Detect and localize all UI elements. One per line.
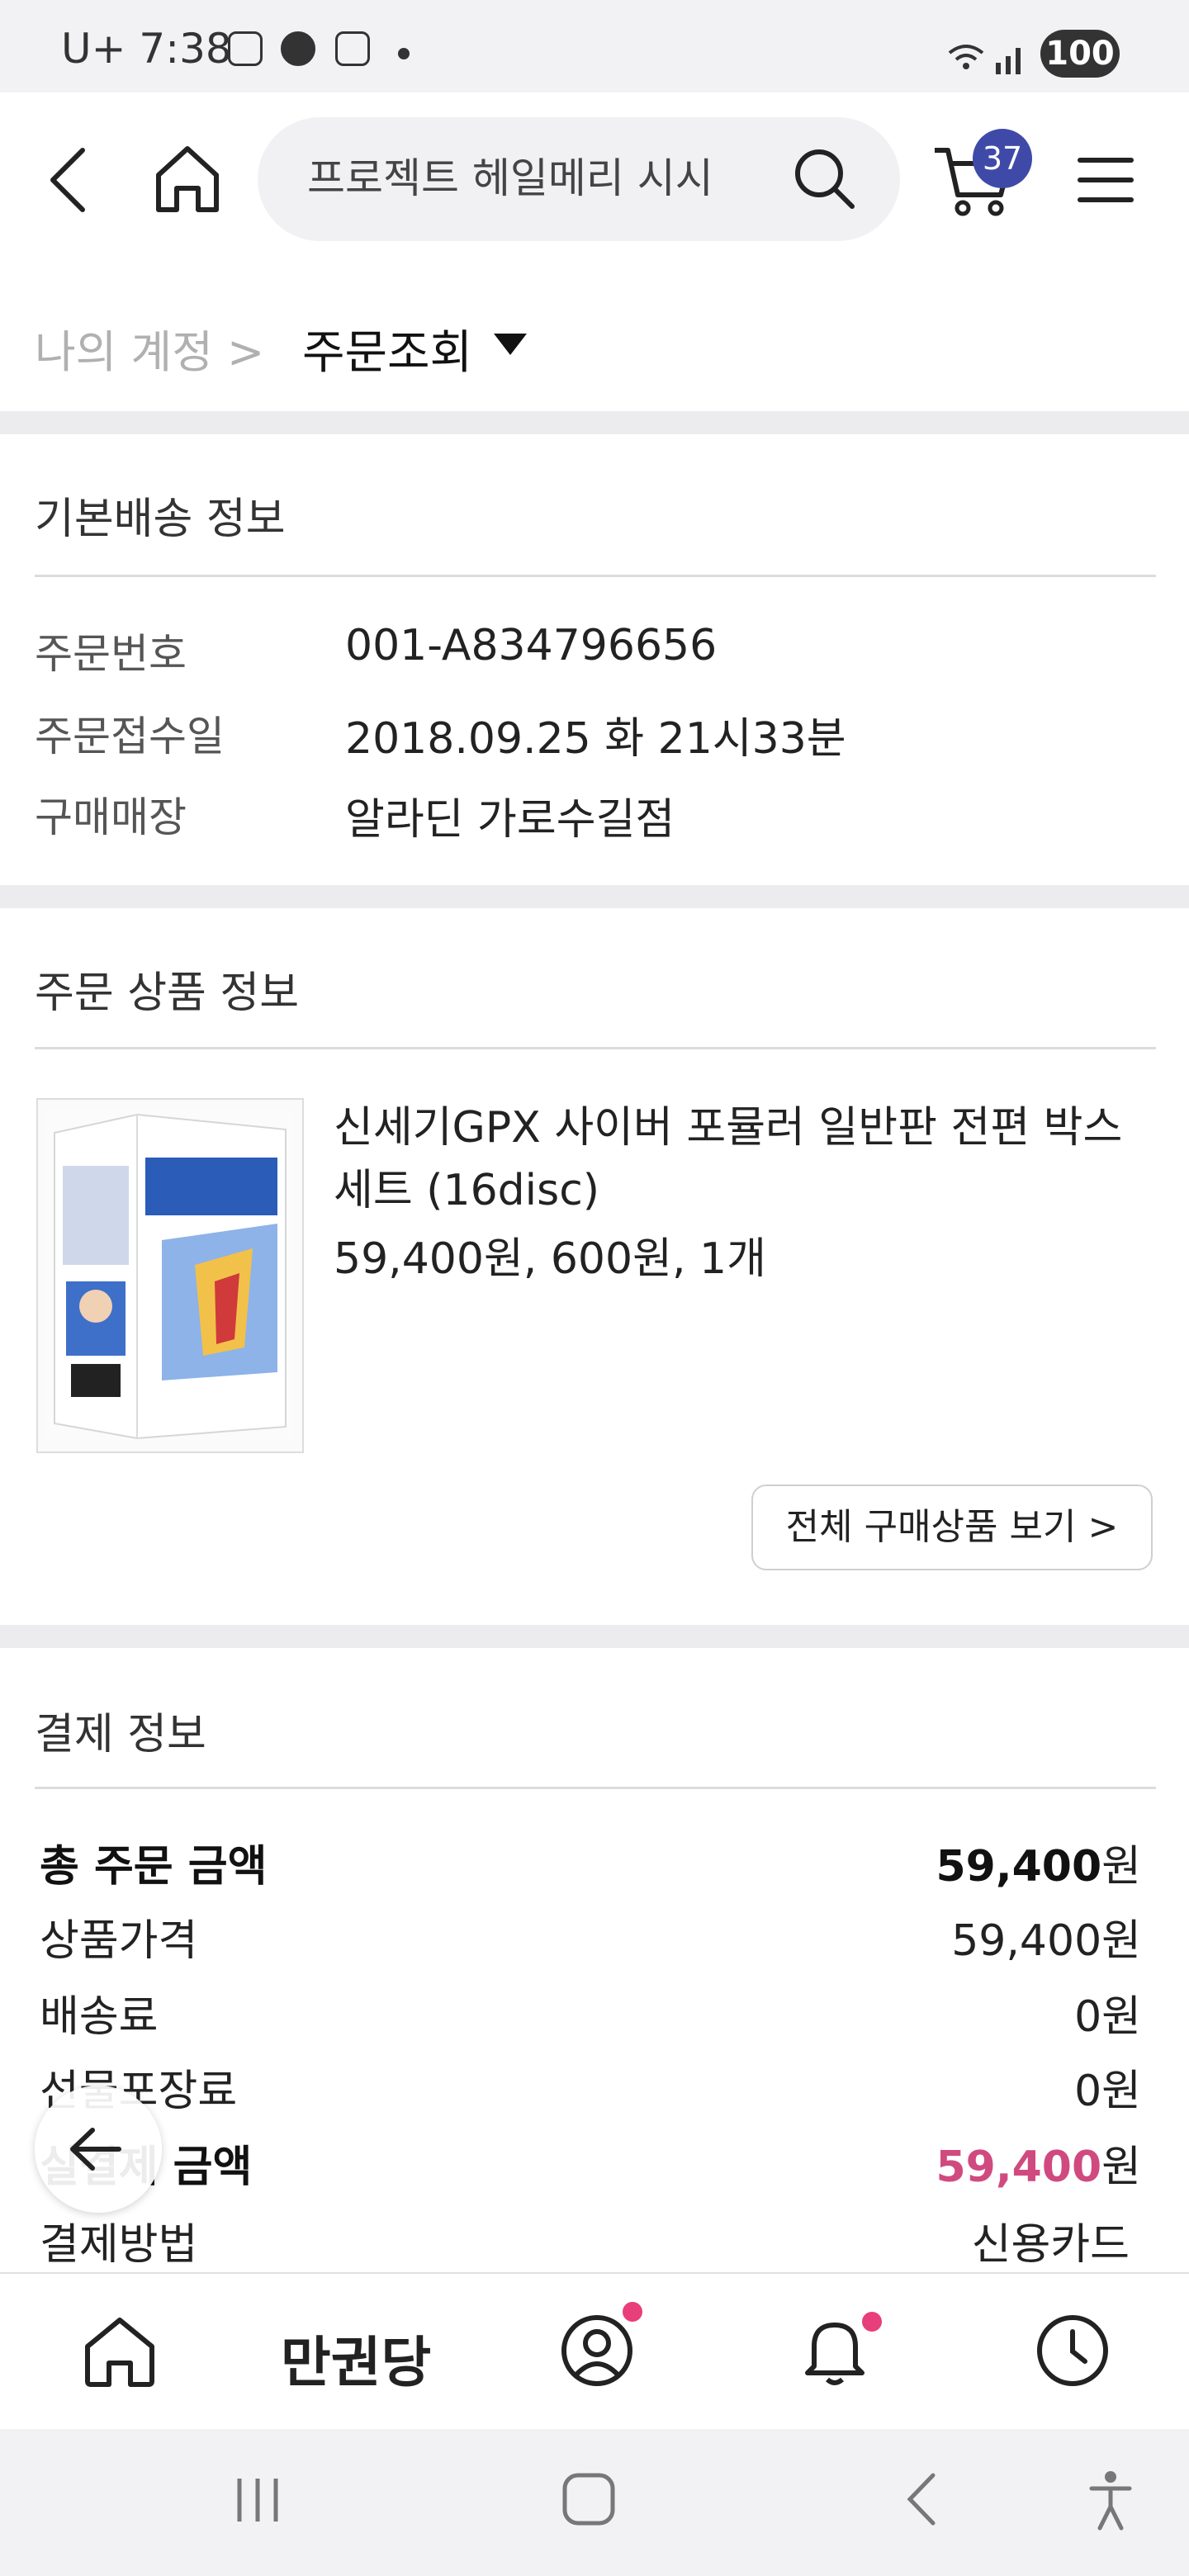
notification-dot-icon xyxy=(398,48,410,59)
nav-home-icon[interactable] xyxy=(81,2312,159,2389)
gallery-icon xyxy=(228,31,263,66)
floating-back-button[interactable] xyxy=(35,2086,162,2213)
total-order-amount: 59,400 xyxy=(936,1842,1102,1892)
order-number-value: 001-A834796656 xyxy=(345,621,718,670)
section-line xyxy=(35,1787,1156,1789)
payment-method-value: 신용카드 xyxy=(971,2220,1130,2270)
status-time: U+ 7:38 xyxy=(61,25,232,73)
shipping-fee-label: 배송료 xyxy=(40,1992,159,2042)
order-items-section-title: 주문 상품 정보 xyxy=(35,968,300,1018)
clock-label: 7:38 xyxy=(139,25,232,73)
breadcrumb-parent[interactable]: 나의 계정 > xyxy=(35,315,264,381)
nav-history-clock-icon[interactable] xyxy=(1034,2312,1111,2389)
order-date-value: 2018.09.25 화 21시33분 xyxy=(345,714,846,764)
shipping-fee-value: 0원 xyxy=(1074,1992,1141,2042)
store-value: 알라딘 가로수길점 xyxy=(345,795,675,845)
product-price: 59,400원, 600원, 1개 xyxy=(334,1234,766,1284)
payment-method-label: 결제방법 xyxy=(40,2220,198,2270)
view-all-purchases-button[interactable]: 전체 구매상품 보기 > xyxy=(751,1485,1153,1570)
product-box-image xyxy=(46,1110,294,1440)
shipping-section-title: 기본배송 정보 xyxy=(35,495,286,544)
nav-brand-label[interactable]: 만권당 xyxy=(281,2318,431,2398)
recent-apps-icon[interactable] xyxy=(233,2474,282,2526)
product-thumbnail[interactable] xyxy=(36,1098,304,1453)
order-number-label: 주문번호 xyxy=(35,630,187,678)
item-price-value: 59,400원 xyxy=(951,1916,1141,1966)
section-divider xyxy=(0,411,1189,434)
order-date-label: 주문접수일 xyxy=(35,713,225,760)
wifi-signal-icon xyxy=(948,45,1021,74)
menu-icon[interactable] xyxy=(1077,155,1135,205)
gift-wrap-value: 0원 xyxy=(1074,2067,1141,2116)
system-home-icon[interactable] xyxy=(561,2472,616,2526)
search-input[interactable]: 프로젝트 헤일메리 시시 xyxy=(307,145,753,205)
dropdown-triangle-icon[interactable] xyxy=(492,330,528,358)
accessibility-icon[interactable] xyxy=(1087,2469,1135,2531)
paid-amount-value: 59,400원 xyxy=(936,2132,1141,2194)
back-icon[interactable] xyxy=(45,145,94,215)
total-order-label: 총 주문 금액 xyxy=(40,1842,268,1892)
search-icon[interactable] xyxy=(791,145,857,211)
profile-notification-dot xyxy=(623,2302,642,2322)
battery-indicator: 100 xyxy=(1040,30,1120,78)
instagram-icon xyxy=(335,31,370,66)
system-back-icon[interactable] xyxy=(903,2470,940,2528)
section-divider xyxy=(0,885,1189,908)
breadcrumb-current[interactable]: 주문조회 xyxy=(302,315,472,382)
section-divider xyxy=(0,1625,1189,1648)
section-line xyxy=(35,1047,1156,1049)
product-title[interactable]: 신세기GPX 사이버 포뮬러 일반판 전편 박스 세트 (16disc) xyxy=(334,1096,1151,1222)
payment-section-title: 결제 정보 xyxy=(35,1710,206,1759)
nav-profile-icon[interactable] xyxy=(558,2312,636,2389)
home-icon[interactable] xyxy=(154,142,221,215)
section-line xyxy=(35,575,1156,577)
currency-unit: 원 xyxy=(1101,1842,1141,1892)
whatsapp-icon xyxy=(281,31,315,66)
currency-unit: 원 xyxy=(1101,2143,1141,2192)
carrier-label: U+ xyxy=(61,25,126,73)
store-label: 구매매장 xyxy=(35,793,187,841)
total-order-value: 59,400원 xyxy=(936,1831,1141,1893)
bell-notification-dot xyxy=(862,2312,882,2332)
paid-amount: 59,400 xyxy=(936,2143,1102,2192)
item-price-label: 상품가격 xyxy=(40,1916,198,1966)
cart-count-badge[interactable]: 37 xyxy=(973,129,1032,188)
arrow-left-icon xyxy=(70,2128,121,2171)
